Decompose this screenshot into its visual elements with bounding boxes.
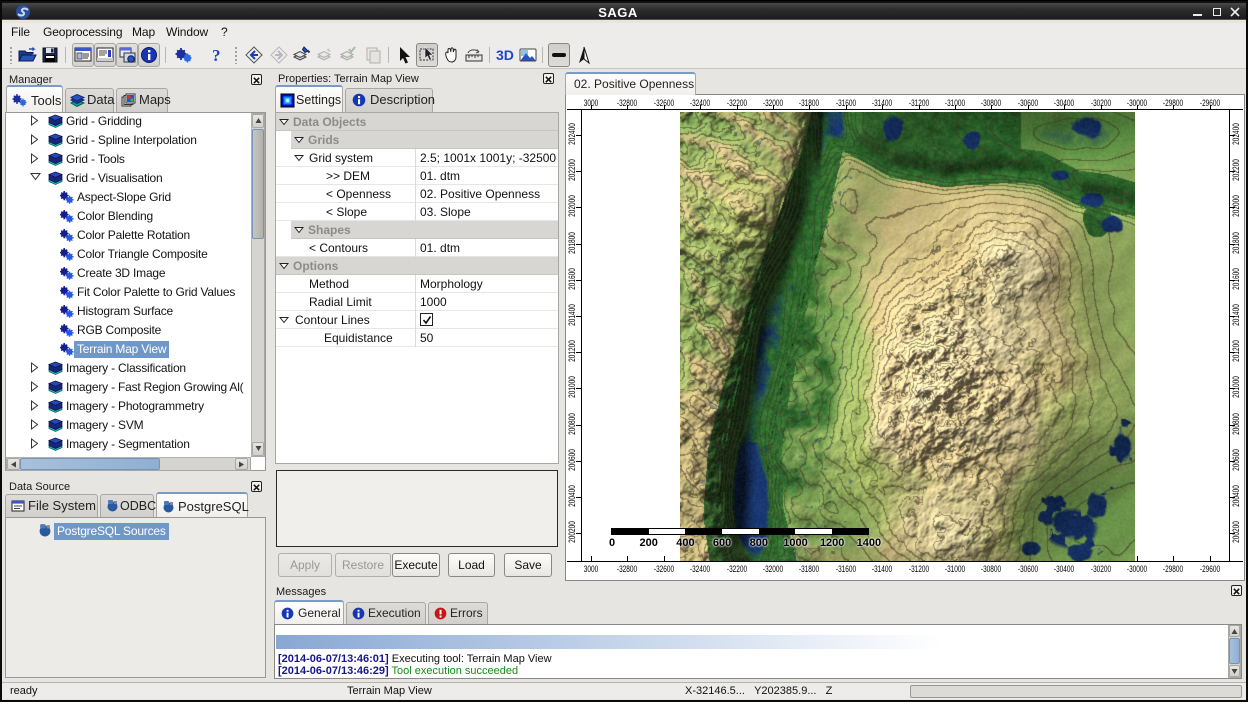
svg-text:3D: 3D <box>496 47 514 63</box>
